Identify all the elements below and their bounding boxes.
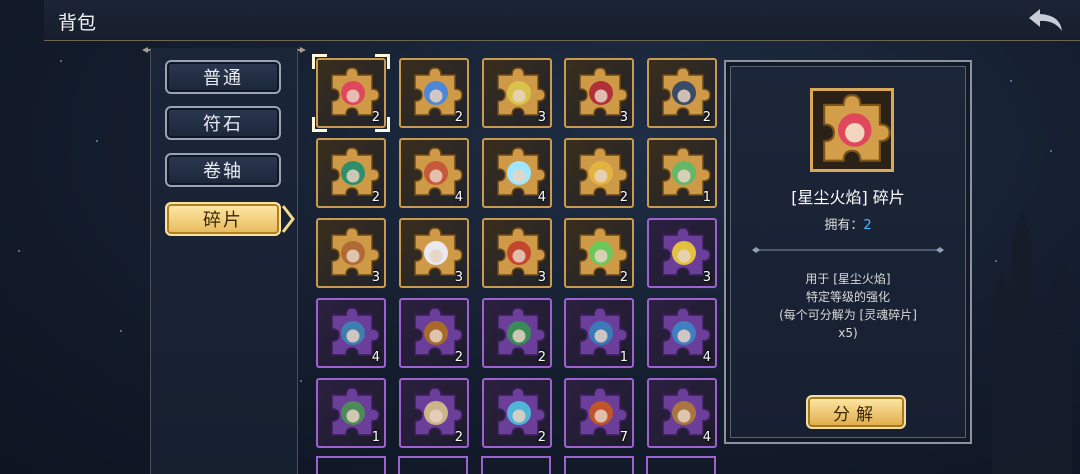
fragment-count: 2	[537, 430, 546, 445]
tab-rune-label: 符石	[203, 114, 243, 135]
detail-item-icon	[810, 88, 894, 172]
fragment-count: 4	[702, 350, 711, 365]
fragment-count: 3	[537, 110, 546, 125]
fragment-slot[interactable]: 4	[316, 298, 386, 368]
fragment-slot[interactable]: 2	[564, 138, 634, 208]
fragment-slot[interactable]: 3	[564, 58, 634, 128]
fragment-slot[interactable]: 3	[482, 58, 552, 128]
fragment-slot[interactable]: 4	[647, 298, 717, 368]
fragment-count: 2	[702, 110, 711, 125]
fragment-count: 2	[454, 110, 463, 125]
owned-label: 拥有：	[824, 218, 864, 233]
decompose-button[interactable]: 分解	[806, 395, 906, 429]
decompose-button-label: 分解	[833, 404, 879, 425]
fragment-slot[interactable]: 3	[316, 218, 386, 288]
fragment-slot[interactable]: 4	[482, 138, 552, 208]
selection-corner	[375, 117, 390, 132]
tab-fragments-label: 碎片	[203, 210, 243, 231]
fragment-slot[interactable]: 4	[647, 378, 717, 448]
fragment-count: 3	[619, 110, 628, 125]
item-detail-panel: [星尘火焰] 碎片 拥有：2 用于 [星尘火焰] 特定等级的强化 (每个可分解为…	[724, 60, 972, 444]
fragment-slot[interactable]: 7	[564, 378, 634, 448]
fragment-count: 3	[702, 270, 711, 285]
selection-corner	[312, 117, 327, 132]
fragment-slot[interactable]: 1	[316, 378, 386, 448]
fragment-count: 7	[619, 430, 628, 445]
fragment-slot[interactable]: 2	[316, 138, 386, 208]
back-arrow-icon[interactable]	[1026, 6, 1066, 34]
tab-scroll-label: 卷轴	[203, 161, 243, 182]
desc-line: 特定等级的强化	[805, 290, 890, 304]
fragment-count: 2	[619, 190, 628, 205]
grid-next-row-partial	[316, 456, 716, 474]
detail-description: 用于 [星尘火焰] 特定等级的强化 (每个可分解为 [灵魂碎片] x5)	[726, 270, 970, 342]
fragment-slot[interactable]: 3	[647, 218, 717, 288]
fragment-count: 4	[537, 190, 546, 205]
tab-rune[interactable]: 符石	[165, 106, 281, 140]
fragment-count: 4	[454, 190, 463, 205]
owned-value: 2	[863, 218, 872, 233]
selection-corner	[375, 54, 390, 69]
fragment-count: 2	[454, 350, 463, 365]
fragment-slot[interactable]: 3	[482, 218, 552, 288]
fragment-count: 2	[371, 190, 380, 205]
fragment-count: 1	[371, 430, 380, 445]
fragment-slot[interactable]: 4	[399, 138, 469, 208]
fragment-slot[interactable]: 2	[647, 58, 717, 128]
fragment-count: 4	[702, 430, 711, 445]
castle-silhouette	[992, 210, 1072, 474]
fragment-slot[interactable]: 2	[312, 54, 390, 132]
tab-normal-label: 普通	[203, 68, 243, 89]
category-tab-panel: 普通 符石 卷轴 碎片	[150, 48, 298, 474]
fragment-count: 1	[619, 350, 628, 365]
fragment-count: 2	[619, 270, 628, 285]
fragment-slot[interactable]: 1	[564, 298, 634, 368]
puzzle-fragment-icon	[823, 94, 891, 162]
desc-line: (每个可分解为 [灵魂碎片]	[779, 308, 917, 322]
detail-divider	[752, 247, 944, 253]
fragment-slot[interactable]: 2	[399, 298, 469, 368]
owned-count: 拥有：2	[726, 214, 970, 233]
fragment-count: 3	[537, 270, 546, 285]
fragment-slot[interactable]: 2	[482, 378, 552, 448]
fragment-slot[interactable]: 1	[647, 138, 717, 208]
fragment-count: 1	[702, 190, 711, 205]
fragment-slot[interactable]: 2	[399, 58, 469, 128]
fragment-count: 2	[454, 430, 463, 445]
page-title: 背包	[58, 12, 97, 34]
fragment-count: 3	[371, 270, 380, 285]
fragment-slot[interactable]: 3	[399, 218, 469, 288]
fragment-count: 2	[537, 350, 546, 365]
fragment-slot[interactable]: 2	[482, 298, 552, 368]
fragment-slot[interactable]: 2	[564, 218, 634, 288]
header-bar: 背包	[44, 0, 1080, 41]
desc-line: 用于 [星尘火焰]	[805, 272, 891, 286]
active-tab-arrow-icon	[281, 205, 295, 233]
selection-corner	[312, 54, 327, 69]
fragment-count: 3	[454, 270, 463, 285]
desc-line: x5)	[838, 326, 858, 340]
tab-normal[interactable]: 普通	[165, 60, 281, 94]
tab-scroll[interactable]: 卷轴	[165, 153, 281, 187]
fragment-count: 4	[371, 350, 380, 365]
detail-item-name: [星尘火焰] 碎片	[791, 188, 905, 207]
tab-fragments[interactable]: 碎片	[165, 202, 295, 236]
fragment-slot[interactable]: 2	[399, 378, 469, 448]
